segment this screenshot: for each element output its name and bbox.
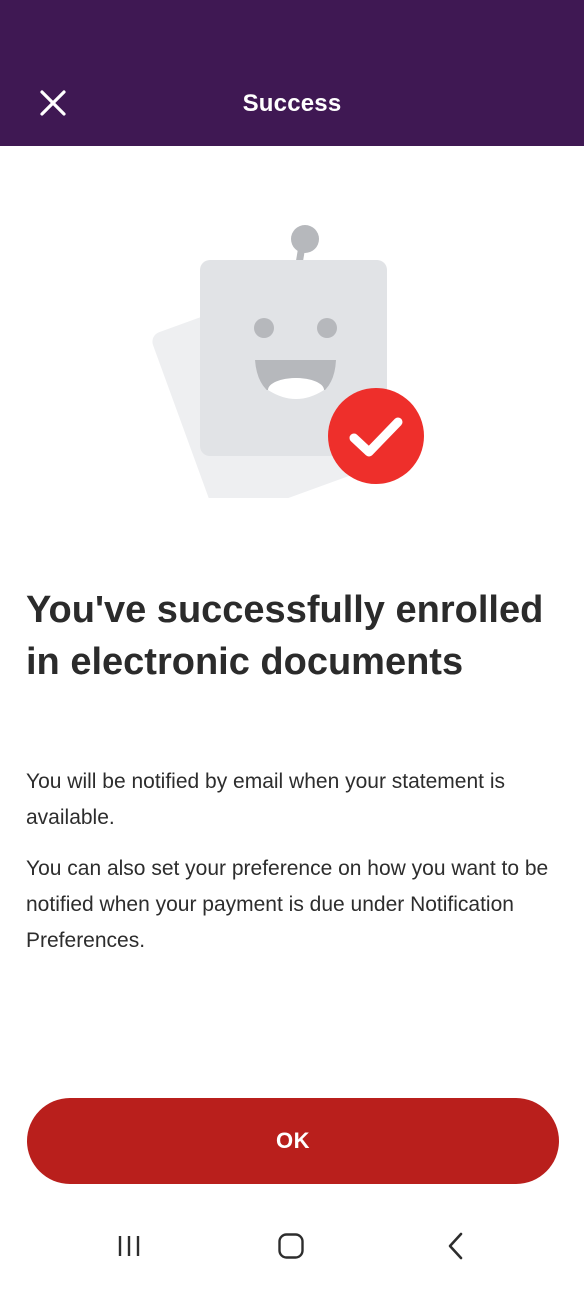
app-header: Success bbox=[0, 0, 584, 146]
success-illustration bbox=[150, 218, 440, 521]
system-navigation-bar bbox=[0, 1200, 584, 1296]
preferences-notice-text: You can also set your preference on how … bbox=[26, 857, 549, 952]
checkmark-icon bbox=[328, 388, 424, 484]
ok-button[interactable]: OK bbox=[27, 1098, 559, 1184]
success-headline: You've successfully enrolled in electron… bbox=[26, 589, 544, 683]
success-screen: Success You've successfully enrolled in … bbox=[0, 0, 584, 1296]
page-title: Success bbox=[242, 90, 342, 117]
home-button[interactable] bbox=[267, 1226, 315, 1266]
email-notice-text: You will be notified by email when your … bbox=[26, 770, 505, 829]
home-icon bbox=[278, 1233, 304, 1259]
back-icon bbox=[448, 1232, 463, 1260]
back-button[interactable] bbox=[432, 1226, 480, 1266]
recents-button[interactable] bbox=[105, 1226, 153, 1266]
recents-icon bbox=[118, 1236, 140, 1256]
